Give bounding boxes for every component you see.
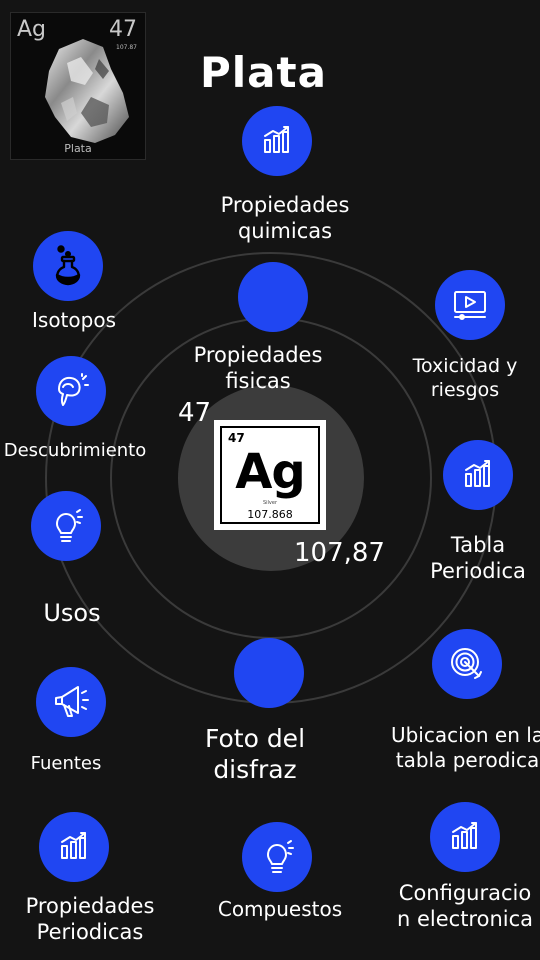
- label-line: Compuestos: [217, 897, 343, 921]
- atomic-number-label: 47: [178, 398, 212, 428]
- label-line: n electronica: [396, 907, 534, 932]
- bar-chart-icon: [264, 126, 289, 153]
- descubrimiento-label: Descubrimiento: [0, 440, 160, 463]
- ubicacion-label: Ubicacion en la tabla perodica: [385, 723, 540, 773]
- label-line: Tabla: [450, 533, 506, 557]
- label-line: Foto del: [204, 724, 306, 753]
- card-number: 47: [228, 431, 245, 445]
- usos-button[interactable]: [31, 491, 101, 561]
- bar-chart-icon: [452, 822, 477, 849]
- propiedades-fisicas-button[interactable]: [238, 262, 308, 332]
- card-symbol: Ag: [235, 444, 306, 500]
- label-line: Configuracio: [398, 881, 532, 905]
- lightbulb-icon: [56, 509, 83, 542]
- label-line: Descubrimiento: [3, 440, 147, 461]
- fuentes-label: Fuentes: [0, 753, 132, 776]
- label-line: Propiedades: [193, 343, 323, 367]
- toxicidad-label: Toxicidad y riesgos: [390, 355, 540, 403]
- propiedades-quimicas-label: Propiedades quimicas: [185, 192, 385, 245]
- compuestos-label: Compuestos: [190, 897, 370, 922]
- label-line: fisicas: [225, 369, 291, 394]
- idea-icon: [58, 373, 89, 406]
- label-line: disfraz: [213, 755, 297, 785]
- compuestos-button[interactable]: [242, 822, 312, 892]
- fuentes-button[interactable]: [36, 667, 106, 737]
- ubicacion-button[interactable]: [432, 629, 502, 699]
- silver-ore-image: [45, 39, 129, 143]
- flask-icon: [55, 245, 81, 286]
- atomic-mass-label: 107,87: [294, 538, 385, 568]
- configuracion-button[interactable]: [430, 802, 500, 872]
- usos-label: Usos: [22, 598, 122, 628]
- label-line: tabla perodica: [395, 748, 540, 772]
- video-icon: [454, 291, 486, 320]
- propiedades-fisicas-label: Propiedades fisicas: [158, 342, 358, 395]
- element-card: 47 Ag Silver 107.868: [214, 420, 326, 530]
- configuracion-label: Configuracio n electronica: [385, 880, 540, 933]
- card-mass: 107.868: [247, 508, 293, 521]
- lightbulb-icon: [267, 840, 294, 873]
- element-thumbnail: Ag 47 107.87 Plata: [10, 12, 146, 160]
- thumbnail-name: Plata: [64, 142, 92, 155]
- label-line: riesgos: [430, 378, 500, 401]
- isotopos-label: Isotopos: [0, 308, 148, 333]
- propiedades-periodicas-label: Propiedades Periodicas: [0, 893, 180, 946]
- label-line: Fuentes: [30, 753, 102, 774]
- foto-disfraz-button[interactable]: [234, 638, 304, 708]
- propiedades-periodicas-button[interactable]: [39, 812, 109, 882]
- tabla-periodica-label: Tabla Periodica: [408, 532, 540, 585]
- bar-chart-icon: [465, 460, 490, 487]
- card-name: Silver: [262, 500, 278, 506]
- propiedades-quimicas-button[interactable]: [242, 106, 312, 176]
- label-line: Periodicas: [36, 920, 144, 945]
- toxicidad-button[interactable]: [435, 270, 505, 340]
- label-line: quimicas: [237, 219, 333, 244]
- label-line: Toxicidad y: [412, 355, 518, 377]
- label-line: Propiedades: [25, 894, 155, 918]
- label-line: Ubicacion en la: [390, 723, 540, 747]
- target-icon: [451, 648, 482, 679]
- tabla-periodica-button[interactable]: [443, 440, 513, 510]
- label-line: Usos: [43, 599, 101, 627]
- megaphone-icon: [55, 686, 89, 717]
- label-line: Propiedades: [220, 193, 350, 217]
- descubrimiento-button[interactable]: [36, 356, 106, 426]
- page-title: Plata: [200, 48, 327, 97]
- label-line: Isotopos: [32, 308, 116, 332]
- label-line: Periodica: [430, 559, 526, 584]
- isotopos-button[interactable]: [33, 231, 103, 301]
- bar-chart-icon: [61, 832, 86, 859]
- foto-disfraz-label: Foto del disfraz: [175, 723, 335, 786]
